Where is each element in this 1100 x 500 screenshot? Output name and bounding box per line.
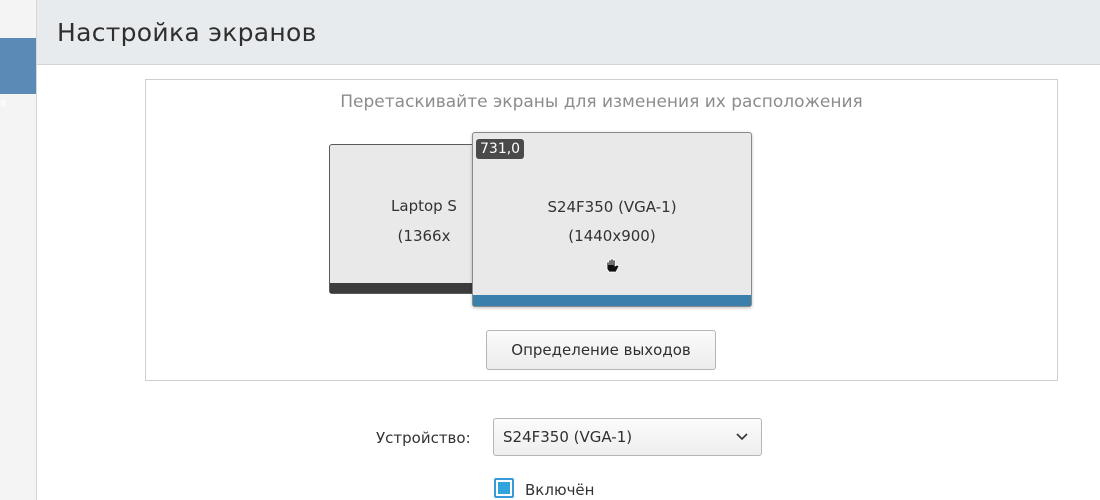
header: Настройка экранов [37, 0, 1100, 65]
page-title: Настройка экранов [57, 18, 317, 47]
screen-vga-name: S24F350 (VGA-1) [547, 198, 677, 216]
sidebar: в [0, 0, 37, 500]
screen-vga[interactable]: 731,0 S24F350 (VGA-1) (1440x900) [472, 132, 752, 307]
enabled-label: Включён [525, 481, 595, 499]
drag-hint: Перетаскивайте экраны для изменения их р… [340, 92, 863, 112]
sidebar-item-selected[interactable]: в [0, 38, 36, 109]
screen-vga-resolution: (1440x900) [568, 227, 656, 245]
chevron-down-icon [736, 433, 748, 441]
screen-vga-bar [473, 295, 751, 306]
grab-hand-icon [606, 258, 620, 273]
sidebar-item-label: в [0, 96, 7, 109]
position-badge: 731,0 [476, 139, 525, 159]
enabled-checkbox[interactable] [494, 478, 514, 498]
device-select-value: S24F350 (VGA-1) [503, 428, 633, 446]
checkbox-check [498, 482, 510, 494]
arrangement-panel: Перетаскивайте экраны для изменения их р… [145, 79, 1058, 381]
device-select[interactable]: S24F350 (VGA-1) [493, 418, 762, 456]
device-label: Устройство: [376, 429, 471, 447]
detect-outputs-button[interactable]: Определение выходов [486, 330, 716, 370]
